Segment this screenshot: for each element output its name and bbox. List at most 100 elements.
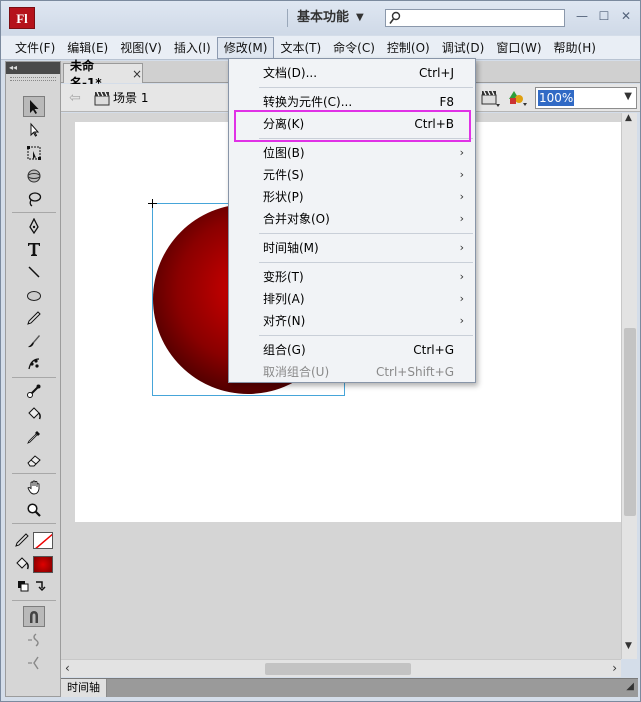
timeline-panel-bar: 时间轴 ◢ <box>61 678 638 697</box>
pen-tool-icon[interactable] <box>23 215 45 236</box>
scroll-right-icon[interactable]: › <box>612 661 617 675</box>
zoom-value: 100% <box>538 90 575 106</box>
brush-tool-icon[interactable] <box>23 330 45 351</box>
edit-symbols-icon[interactable] <box>507 89 529 107</box>
toolbar-separator <box>12 212 56 213</box>
free-transform-tool-icon[interactable] <box>23 142 45 163</box>
maximize-icon[interactable]: ☐ <box>598 9 610 25</box>
submenu-arrow-icon: › <box>459 146 464 159</box>
scene-label[interactable]: 场景 1 <box>113 90 148 106</box>
menu-item-timeline[interactable]: 时间轴(M) › <box>230 237 474 259</box>
tools-panel-collapse-icon[interactable]: ◂◂ <box>6 62 60 74</box>
menu-commands[interactable]: 命令(C) <box>327 37 381 59</box>
deco-tool-icon[interactable] <box>23 353 45 374</box>
menu-item-align[interactable]: 对齐(N) › <box>230 310 474 332</box>
scroll-up-icon[interactable]: ▲ <box>625 113 632 123</box>
smooth-icon[interactable] <box>23 629 45 650</box>
submenu-arrow-icon: › <box>459 212 464 225</box>
menu-item-group[interactable]: 组合(G) Ctrl+G <box>230 339 474 361</box>
zoom-tool-icon[interactable] <box>23 499 45 520</box>
oval-tool-icon[interactable] <box>23 284 45 305</box>
registration-point-icon <box>148 199 157 208</box>
search-icon <box>389 11 401 24</box>
eyedropper-tool-icon[interactable] <box>23 426 45 447</box>
menu-separator <box>259 262 473 263</box>
menu-help[interactable]: 帮助(H) <box>548 37 602 59</box>
timeline-tab[interactable]: 时间轴 <box>61 679 107 697</box>
submenu-arrow-icon: › <box>459 168 464 181</box>
menu-item-arrange[interactable]: 排列(A) › <box>230 288 474 310</box>
title-bar: Fl 基本功能 ▼ — ☐ ✕ <box>1 1 640 35</box>
tools-panel: ◂◂ <box>5 61 61 697</box>
tools-panel-grip[interactable] <box>10 77 56 81</box>
vertical-scroll-thumb[interactable] <box>624 328 636 516</box>
lasso-tool-icon[interactable] <box>23 188 45 209</box>
menu-item-symbol[interactable]: 元件(S) › <box>230 164 474 186</box>
menu-modify[interactable]: 修改(M) <box>216 36 275 59</box>
menu-text[interactable]: 文本(T) <box>274 37 327 59</box>
fill-color-swatch[interactable] <box>33 556 53 573</box>
bone-tool-icon[interactable] <box>23 380 45 401</box>
flash-app-window: Fl 基本功能 ▼ — ☐ ✕ 文件(F) 编辑(E) 视图(V) 插入(I) … <box>0 0 641 702</box>
workspace-switcher[interactable]: 基本功能 <box>297 9 349 27</box>
scroll-left-icon[interactable]: ‹ <box>65 661 70 675</box>
3d-rotation-tool-icon[interactable] <box>23 165 45 186</box>
eraser-tool-icon[interactable] <box>23 449 45 470</box>
menu-file[interactable]: 文件(F) <box>9 37 61 59</box>
pencil-tool-icon[interactable] <box>23 307 45 328</box>
text-tool-icon[interactable] <box>23 238 45 259</box>
submenu-arrow-icon: › <box>459 270 464 283</box>
workspace-dropdown-icon[interactable]: ▼ <box>356 9 364 27</box>
menu-item-document[interactable]: 文档(D)... Ctrl+J <box>230 62 474 84</box>
scroll-down-icon[interactable]: ▼ <box>625 641 632 651</box>
menu-item-shape[interactable]: 形状(P) › <box>230 186 474 208</box>
close-icon[interactable]: ✕ <box>620 9 632 25</box>
submenu-arrow-icon: › <box>459 190 464 203</box>
highlight-annotation-box <box>234 110 471 142</box>
menu-item-bitmap[interactable]: 位图(B) › <box>230 142 474 164</box>
menu-debug[interactable]: 调试(D) <box>436 37 491 59</box>
document-tab[interactable]: 未命名-1* × <box>63 59 143 90</box>
panel-grip-icon[interactable]: ◢ <box>626 681 634 692</box>
menu-view[interactable]: 视图(V) <box>114 37 168 59</box>
window-controls: — ☐ ✕ <box>576 9 632 25</box>
snap-to-objects-icon[interactable] <box>23 606 45 627</box>
horizontal-scroll-thumb[interactable] <box>265 663 411 675</box>
tab-close-icon[interactable]: × <box>132 67 142 81</box>
submenu-arrow-icon: › <box>459 292 464 305</box>
swap-colors-icon[interactable] <box>16 578 52 594</box>
back-arrow-icon[interactable]: ⇦ <box>69 90 81 106</box>
menu-separator <box>259 233 473 234</box>
chevron-down-icon[interactable]: ▼ <box>624 91 632 102</box>
menu-item-ungroup: 取消组合(U) Ctrl+Shift+G <box>263 365 454 379</box>
edit-scene-icon[interactable] <box>481 90 501 108</box>
stroke-color-swatch[interactable] <box>33 532 53 549</box>
menu-item-transform[interactable]: 变形(T) › <box>230 266 474 288</box>
menu-separator <box>259 335 473 336</box>
selection-tool-icon[interactable] <box>23 96 45 117</box>
stroke-color-icon[interactable] <box>14 532 30 548</box>
app-logo: Fl <box>9 7 35 29</box>
menu-window[interactable]: 窗口(W) <box>490 37 547 59</box>
menu-item-combine-objects[interactable]: 合并对象(O) › <box>230 208 474 230</box>
menu-control[interactable]: 控制(O) <box>381 37 436 59</box>
toolbar-separator <box>12 600 56 601</box>
scene-clapper-icon <box>94 91 110 106</box>
menu-insert[interactable]: 插入(I) <box>168 37 217 59</box>
straighten-icon[interactable] <box>23 652 45 673</box>
submenu-arrow-icon: › <box>459 314 464 327</box>
hand-tool-icon[interactable] <box>23 476 45 497</box>
vertical-scrollbar[interactable]: ▲ ▼ <box>621 113 637 659</box>
line-tool-icon[interactable] <box>23 261 45 282</box>
submenu-arrow-icon: › <box>459 241 464 254</box>
fill-color-icon[interactable] <box>14 556 30 572</box>
toolbar-separator <box>12 473 56 474</box>
subselection-tool-icon[interactable] <box>23 119 45 140</box>
search-input[interactable] <box>385 9 565 27</box>
horizontal-scrollbar[interactable]: ‹ › <box>61 659 621 677</box>
minimize-icon[interactable]: — <box>576 9 588 25</box>
paint-bucket-tool-icon[interactable] <box>23 403 45 424</box>
zoom-select[interactable]: 100% ▼ <box>535 87 637 109</box>
modify-menu-dropdown: 文档(D)... Ctrl+J 转换为元件(C)... F8 分离(K) Ctr… <box>228 58 476 383</box>
menu-edit[interactable]: 编辑(E) <box>61 37 114 59</box>
